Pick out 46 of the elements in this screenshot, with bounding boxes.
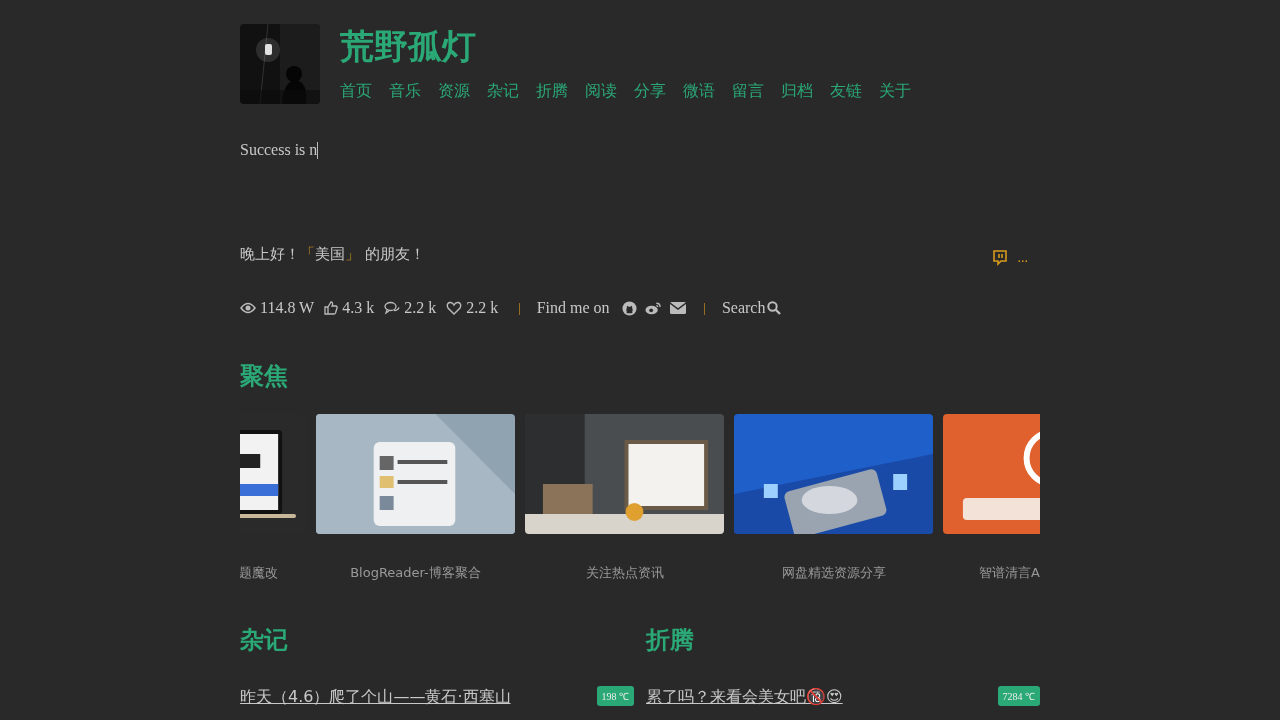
greeting-text: 晚上好！「美国」 的朋友！ bbox=[240, 244, 425, 264]
heat-badge: 198 ℃ bbox=[596, 686, 634, 706]
heart-icon bbox=[446, 301, 463, 315]
more-link[interactable]: ... bbox=[1017, 250, 1028, 266]
stat-count: 114.8 W bbox=[260, 299, 315, 317]
search-link[interactable]: Search bbox=[721, 299, 782, 317]
eye-icon bbox=[240, 302, 256, 314]
card-caption[interactable]: 智谱清言A bbox=[979, 564, 1040, 582]
chat-icon[interactable] bbox=[991, 250, 1008, 266]
section-heading: 杂记 bbox=[240, 625, 289, 656]
nav-link[interactable]: 折腾 bbox=[536, 80, 568, 102]
text-cursor bbox=[317, 141, 319, 159]
card-caption[interactable]: 关注热点资讯 bbox=[585, 564, 664, 582]
nav-link[interactable]: 杂记 bbox=[487, 80, 519, 102]
post-link[interactable]: 累了吗？来看会美女吧🔞😍 bbox=[646, 687, 843, 708]
stat-count: 2.2 k bbox=[404, 299, 437, 317]
find-me-label: Find me on bbox=[536, 299, 610, 317]
divider-text: | bbox=[703, 300, 706, 316]
mail-icon[interactable] bbox=[669, 302, 686, 314]
section-heading: 聚焦 bbox=[240, 361, 289, 392]
nav-link[interactable]: 微语 bbox=[683, 80, 715, 102]
search-icon bbox=[767, 301, 782, 315]
section-heading: 折腾 bbox=[646, 625, 695, 656]
divider-text: | bbox=[518, 300, 521, 316]
nav-link[interactable]: 分享 bbox=[634, 80, 666, 102]
stat-count: 2.2 k bbox=[466, 299, 499, 317]
card-caption[interactable]: 网盘精选资源分享 bbox=[781, 564, 886, 582]
site-title[interactable]: 荒野孤灯 bbox=[340, 24, 476, 68]
typing-text: Success is n bbox=[240, 141, 318, 159]
nav-link[interactable]: 音乐 bbox=[389, 80, 421, 102]
card-caption[interactable]: BlogReader-博客聚合 bbox=[350, 564, 481, 582]
weibo-icon[interactable] bbox=[644, 301, 662, 315]
nav-link[interactable]: 归档 bbox=[781, 80, 813, 102]
heat-badge: 7284 ℃ bbox=[997, 686, 1040, 706]
nav-link[interactable]: 资源 bbox=[438, 80, 470, 102]
nav-link[interactable]: 首页 bbox=[340, 80, 372, 102]
github-icon[interactable] bbox=[621, 300, 637, 316]
card-caption[interactable]: 题魔改 bbox=[240, 564, 278, 582]
nav-link[interactable]: 留言 bbox=[732, 80, 764, 102]
post-link[interactable]: 昨天（4.6）爬了个山——黄石·西塞山 bbox=[240, 687, 511, 708]
nav-link[interactable]: 关于 bbox=[879, 80, 911, 102]
comments-icon bbox=[384, 301, 401, 315]
nav-link[interactable]: 阅读 bbox=[585, 80, 617, 102]
stat-count: 4.3 k bbox=[342, 299, 375, 317]
nav-link[interactable]: 友链 bbox=[830, 80, 862, 102]
thumbs-up-icon bbox=[324, 301, 339, 315]
